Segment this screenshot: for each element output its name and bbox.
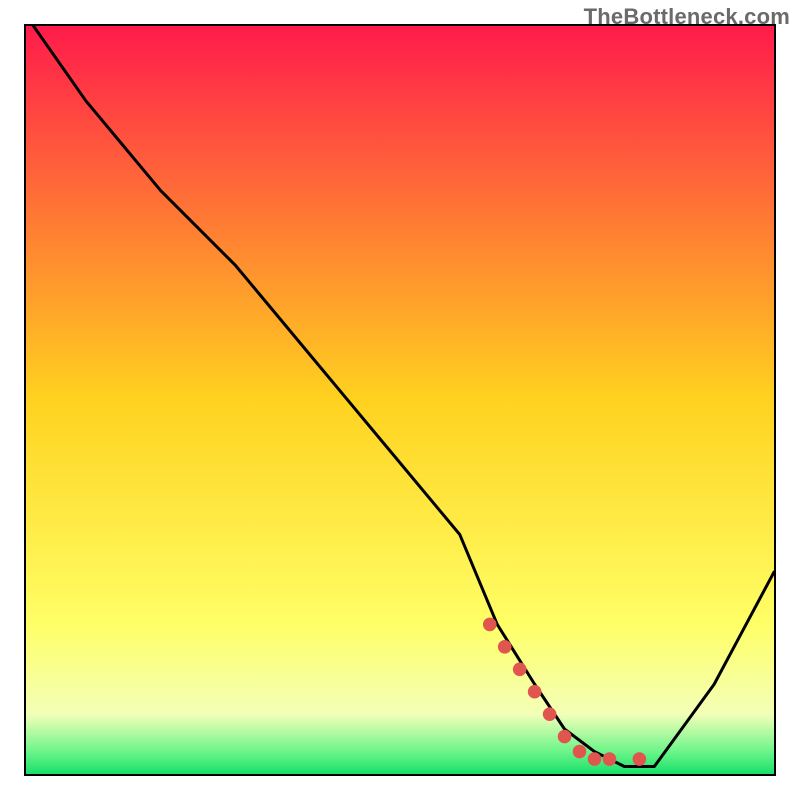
marker-optimal-marker — [588, 752, 602, 766]
marker-optimal-marker — [483, 618, 497, 632]
marker-optimal-marker — [543, 707, 557, 721]
marker-optimal-marker — [528, 685, 542, 699]
watermark-text: TheBottleneck.com — [584, 4, 790, 30]
marker-optimal-marker — [633, 752, 647, 766]
series-bottleneck-curve — [33, 26, 774, 767]
marker-optimal-marker — [513, 662, 527, 676]
marker-optimal-marker — [558, 730, 572, 744]
plot-area — [24, 24, 776, 776]
marker-optimal-marker — [498, 640, 512, 654]
marker-optimal-marker — [573, 745, 587, 759]
chart-container: TheBottleneck.com — [0, 0, 800, 800]
chart-curves — [26, 26, 774, 774]
marker-optimal-marker — [603, 752, 617, 766]
